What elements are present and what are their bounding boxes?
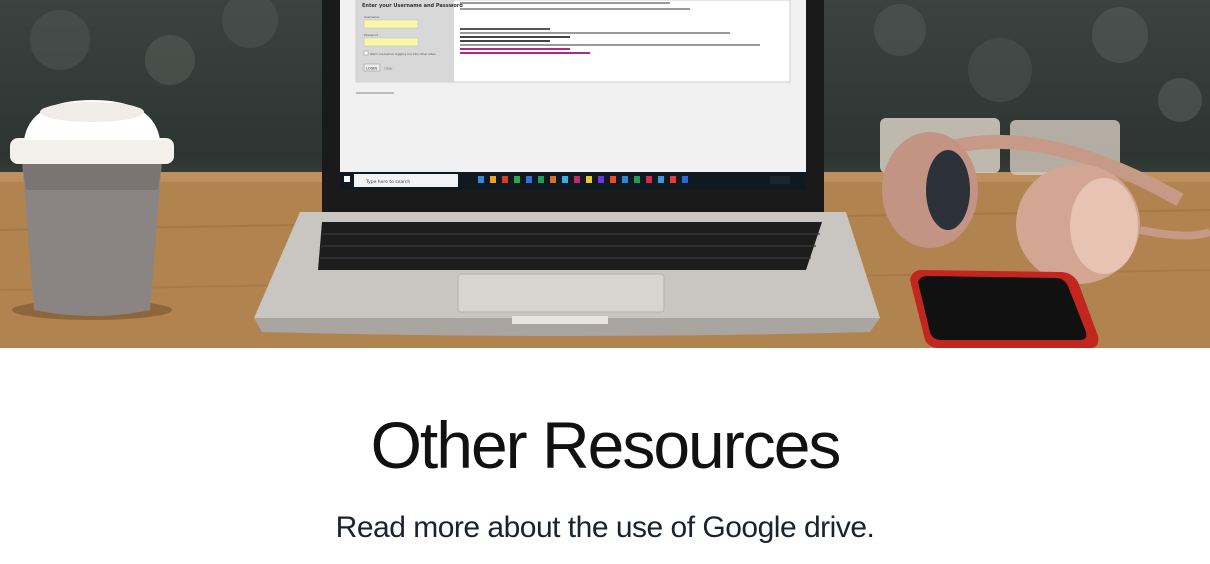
google-drive-link-text[interactable]: Read more about the use of Google drive. <box>336 511 875 544</box>
username-label: Username <box>364 15 379 19</box>
google-drive-link[interactable]: Read more about the use of Google drive. <box>0 508 1210 548</box>
page-section-title: Other Resources <box>370 408 842 482</box>
hero-photo: Enter your Username and Password Usernam… <box>0 0 1210 348</box>
remember-label: Warn me before logging me into other sit… <box>370 52 436 56</box>
taskbar-search-placeholder: Type here to search <box>365 179 410 185</box>
clear-button[interactable]: clear <box>384 67 393 71</box>
login-box-title: Enter your Username and Password <box>362 3 463 9</box>
username-input[interactable] <box>363 19 419 29</box>
login-button-label: LOGIN <box>366 67 377 71</box>
smartphone-icon <box>910 270 1099 348</box>
coffee-cup-icon <box>10 100 174 320</box>
remember-checkbox[interactable] <box>363 50 369 56</box>
trackpad <box>457 273 665 313</box>
windows-start-icon[interactable] <box>344 176 350 182</box>
password-input[interactable] <box>363 37 419 47</box>
password-label: Password <box>364 33 378 37</box>
hero-image: Enter your Username and Password Usernam… <box>0 0 1210 348</box>
